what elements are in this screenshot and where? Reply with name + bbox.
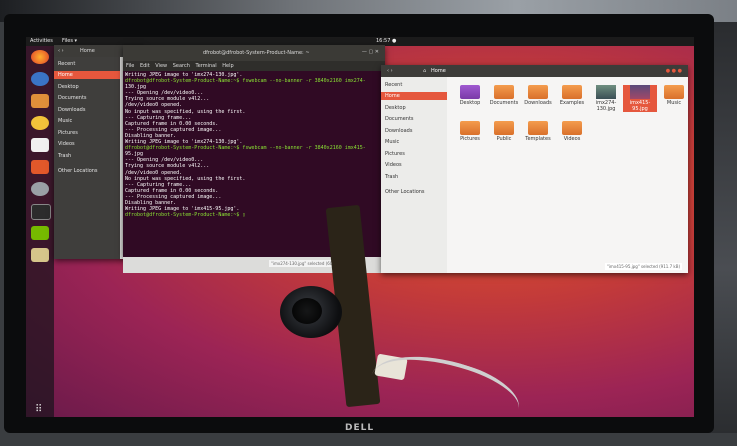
terminal-line: dfrobot@dfrobot-System-Product-Name:~$ f… [125,145,366,152]
grid-item-videos[interactable]: Videos [555,121,589,142]
activities-button[interactable]: Activities [30,37,53,46]
sidebar-item-home[interactable]: Home [54,71,120,79]
folder-icon [664,85,684,99]
terminal-icon[interactable] [31,204,51,220]
sidebar-item-videos[interactable]: Videos [58,140,75,148]
grid-item-documents[interactable]: Documents [487,85,521,106]
path-home[interactable]: Home [80,45,95,57]
files-front-sidebar: Recent Home Desktop Documents Downloads … [381,77,447,273]
sidebar-item-documents[interactable]: Documents [58,94,87,102]
software-icon[interactable] [31,160,49,174]
terminal-titlebar: dfrobot@dfrobot-System-Product-Name: ~ —… [123,45,385,61]
sidebar-item-pictures[interactable]: Pictures [58,129,78,137]
folder-icon [460,85,480,99]
help-icon[interactable] [31,182,49,196]
files-icon[interactable] [31,94,49,108]
grid-item-desktop[interactable]: Desktop [453,85,487,106]
sidebar-item-home[interactable]: Home [381,92,447,100]
sidebar-item-downloads[interactable]: Downloads [385,127,412,135]
files-window-front: ‹ › ⌂ Home ● ● ● Recent Home Desktop Doc… [381,65,688,273]
sidebar-item-trash[interactable]: Trash [58,152,71,160]
sidebar-item-recent[interactable]: Recent [385,81,402,89]
thunderbird-icon[interactable] [31,72,49,86]
menu-file[interactable]: File [126,63,134,69]
grid-item-templates[interactable]: Templates [521,121,555,142]
sidebar-item-pictures[interactable]: Pictures [385,150,405,158]
grid-item-music[interactable]: Music [657,85,688,106]
grid-item-examples[interactable]: Examples [555,85,589,106]
files-front-header: ‹ › ⌂ Home ● ● ● [381,65,688,77]
window-controls-icon[interactable]: ● ● ● [666,65,682,77]
folder-icon [494,121,514,135]
grid-item-imx274[interactable]: imx274-130.jpg [589,85,623,112]
dock: ⠿ [26,46,54,417]
menu-view[interactable]: View [155,63,167,69]
monitor-logo: DELL [345,423,375,433]
menu-edit[interactable]: Edit [140,63,150,69]
folder-icon [494,85,514,99]
folder-icon [460,121,480,135]
image-thumbnail [596,85,616,99]
sidebar-item-desktop[interactable]: Desktop [58,83,79,91]
nvidia-icon[interactable] [31,226,49,240]
grid-item-downloads[interactable]: Downloads [521,85,555,106]
home-icon: ⌂ [423,68,427,74]
show-apps-icon[interactable]: ⠿ [35,404,42,415]
menu-terminal[interactable]: Terminal [196,63,217,69]
terminal-line: dfrobot@dfrobot-System-Product-Name:~$ f… [125,78,366,85]
firefox-icon[interactable] [31,50,49,64]
menu-help[interactable]: Help [222,63,233,69]
sidebar-item-other-locations[interactable]: Other Locations [385,188,425,196]
files-front-grid: Desktop Documents Downloads Examples imx… [447,77,688,273]
grid-item-pictures[interactable]: Pictures [453,121,487,142]
window-controls-icon[interactable]: — ▢ ✕ [362,49,379,55]
sidebar-item-downloads[interactable]: Downloads [58,106,85,114]
writer-icon[interactable] [31,138,49,152]
folder-icon [562,121,582,135]
rhythmbox-icon[interactable] [31,116,49,130]
sidebar-item-trash[interactable]: Trash [385,173,398,181]
files-back-sidebar: Recent Home Desktop Documents Downloads … [54,57,120,259]
terminal-output: Writing JPEG image to 'imx274-130.jpg'. d… [125,72,383,218]
grid-item-imx415-selected[interactable]: imx415-95.jpg [623,85,657,112]
text-editor-icon[interactable] [31,248,49,262]
sidebar-item-videos[interactable]: Videos [385,161,402,169]
folder-icon [528,121,548,135]
back-nav-icon[interactable]: ‹ › [58,45,64,57]
grid-item-public[interactable]: Public [487,121,521,142]
sidebar-item-other-locations[interactable]: Other Locations [58,167,98,175]
folder-icon [528,85,548,99]
path-home[interactable]: Home [431,65,446,77]
terminal-menubar: File Edit View Search Terminal Help [123,61,385,71]
sidebar-item-music[interactable]: Music [58,117,72,125]
image-thumbnail [630,85,650,99]
sidebar-item-documents[interactable]: Documents [385,115,414,123]
camera-lens-glass [292,298,322,324]
folder-icon [562,85,582,99]
sidebar-item-music[interactable]: Music [385,138,399,146]
terminal-title: dfrobot@dfrobot-System-Product-Name: ~ [203,50,310,56]
files-front-status: "imx415-95.jpg" selected (911.7 kB) [604,263,682,270]
sidebar-item-desktop[interactable]: Desktop [385,104,406,112]
sidebar-item-recent[interactable]: Recent [58,60,75,68]
nav-arrows-icon[interactable]: ‹ › [387,65,393,77]
menu-search[interactable]: Search [173,63,190,69]
